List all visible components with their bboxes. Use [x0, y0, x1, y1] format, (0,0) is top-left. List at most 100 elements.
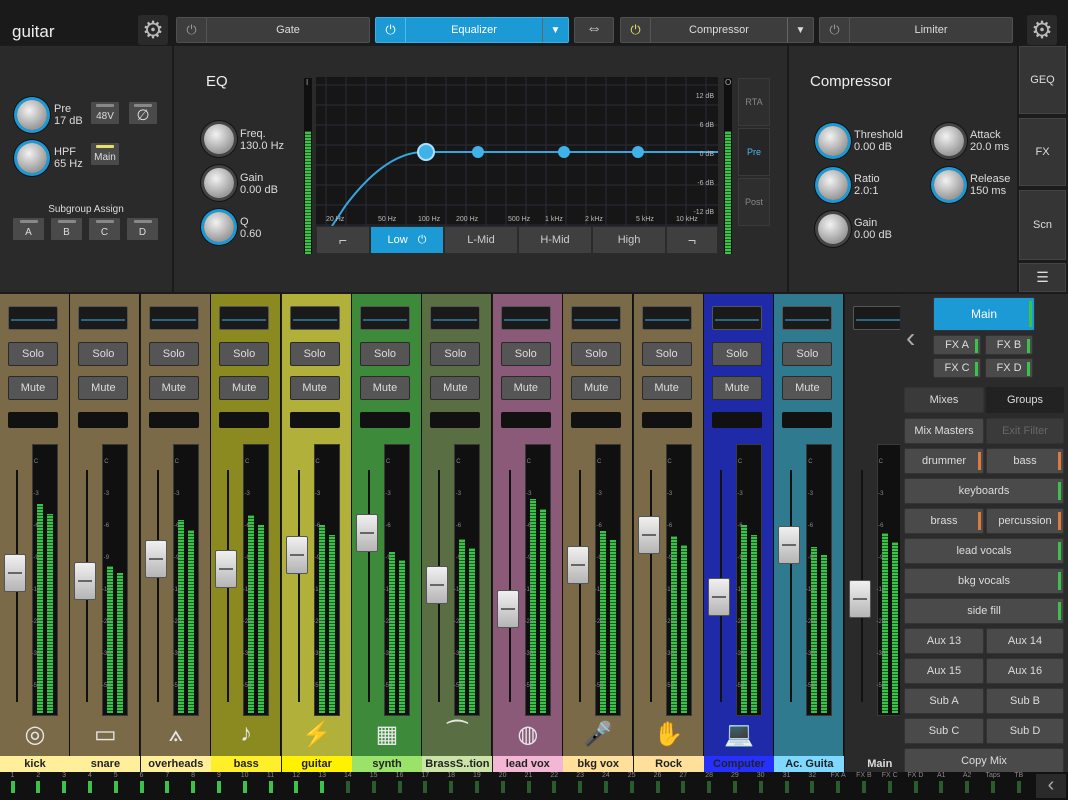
gate-button[interactable]: ⏻ Gate	[176, 17, 370, 43]
pan-indicator[interactable]	[360, 412, 410, 428]
fader-cap[interactable]	[356, 514, 378, 552]
overview-channel[interactable]: 31	[774, 772, 799, 793]
rta-tab[interactable]: RTA	[738, 78, 770, 126]
ratio-knob[interactable]	[818, 170, 848, 200]
eq-gain-knob[interactable]	[204, 168, 234, 198]
overview-channel[interactable]: A1	[929, 772, 954, 793]
band-lmid[interactable]: L-Mid	[444, 226, 518, 254]
mute-button[interactable]: Mute	[430, 376, 481, 400]
fader-cap[interactable]	[74, 562, 97, 600]
overview-channel[interactable]: 18	[439, 772, 464, 793]
eq-node-low[interactable]	[417, 143, 435, 161]
list-icon[interactable]: ☰	[1019, 263, 1066, 292]
solo-button[interactable]: Solo	[500, 342, 551, 366]
overview-channel[interactable]: 17	[413, 772, 438, 793]
mix-button[interactable]: brass	[904, 508, 984, 534]
phantom-power-button[interactable]: 48V	[90, 101, 120, 125]
mix-button[interactable]: Sub A	[904, 688, 984, 714]
mute-button[interactable]: Mute	[148, 376, 199, 400]
mute-button[interactable]: Mute	[8, 376, 58, 400]
mute-button[interactable]: Mute	[289, 376, 340, 400]
subgroup-b-button[interactable]: B	[50, 217, 83, 241]
mute-button[interactable]: Mute	[219, 376, 270, 400]
solo-button[interactable]: Solo	[78, 342, 129, 366]
pan-indicator[interactable]	[219, 412, 270, 428]
eq-thumbnail[interactable]	[500, 306, 551, 330]
solo-button[interactable]: Solo	[571, 342, 622, 366]
low-cut-icon[interactable]: ⌐	[316, 226, 370, 254]
mute-button[interactable]: Mute	[360, 376, 410, 400]
pan-indicator[interactable]	[148, 412, 199, 428]
fx-mix-button[interactable]: FX A	[933, 335, 981, 355]
channel-name-label[interactable]: Computer	[704, 756, 774, 772]
overview-channel[interactable]: 3	[52, 772, 77, 793]
channel-name-label[interactable]: guitar	[281, 756, 352, 772]
power-icon[interactable]: ⏻	[820, 18, 850, 42]
solo-button[interactable]: Solo	[712, 342, 762, 366]
power-icon[interactable]: ⏻	[177, 18, 207, 42]
overview-channel[interactable]: 7	[155, 772, 180, 793]
mix-button[interactable]: lead vocals	[904, 538, 1064, 564]
fader-cap[interactable]	[708, 578, 730, 616]
mix-button[interactable]: Aux 13	[904, 628, 984, 654]
eq-thumbnail[interactable]	[641, 306, 692, 330]
solo-button[interactable]: Solo	[360, 342, 410, 366]
channel-name-label[interactable]: BrassS..tion	[422, 756, 493, 772]
overview-channel[interactable]: 8	[181, 772, 206, 793]
chevron-left-icon[interactable]: ‹	[906, 322, 915, 354]
overview-channel[interactable]: TB	[1006, 772, 1031, 793]
high-cut-icon[interactable]: ¬	[666, 226, 718, 254]
eq-node-hmid[interactable]	[558, 146, 570, 158]
overview-channel[interactable]: FX C	[877, 772, 902, 793]
mute-button[interactable]: Mute	[571, 376, 622, 400]
overview-channel[interactable]: FX A	[826, 772, 851, 793]
solo-button[interactable]: Solo	[289, 342, 340, 366]
channel-name-label[interactable]: bkg vox	[563, 756, 634, 772]
gear-icon[interactable]: ⚙	[138, 15, 168, 45]
overview-channel[interactable]: 27	[671, 772, 696, 793]
eq-thumbnail[interactable]	[852, 306, 903, 330]
attack-knob[interactable]	[934, 126, 964, 156]
channel-name-label[interactable]: overheads	[140, 756, 211, 772]
channel-name-label[interactable]: synth	[352, 756, 422, 772]
dropdown-icon[interactable]: ▼	[787, 18, 813, 42]
eq-thumbnail[interactable]	[148, 306, 199, 330]
main-mix-button[interactable]: Main	[933, 297, 1035, 331]
pan-indicator[interactable]	[641, 412, 692, 428]
overview-channel[interactable]: FX B	[851, 772, 876, 793]
channel-name-label[interactable]: snare	[70, 756, 141, 772]
pan-indicator[interactable]	[430, 412, 481, 428]
fader-cap[interactable]	[778, 526, 801, 564]
overview-channel[interactable]: 26	[645, 772, 670, 793]
eq-thumbnail[interactable]	[782, 306, 833, 330]
channel-name-label[interactable]: bass	[211, 756, 282, 772]
overview-channel[interactable]: FX D	[903, 772, 928, 793]
mix-button[interactable]: Copy Mix	[904, 748, 1064, 774]
overview-channel[interactable]: 4	[77, 772, 102, 793]
overview-channel[interactable]: 25	[619, 772, 644, 793]
pan-indicator[interactable]	[8, 412, 58, 428]
fader-cap[interactable]	[848, 580, 871, 618]
pan-indicator[interactable]	[782, 412, 833, 428]
comp-gain-knob[interactable]	[818, 214, 848, 244]
mute-button[interactable]: Mute	[641, 376, 692, 400]
eq-thumbnail[interactable]	[8, 306, 58, 330]
overview-channel[interactable]: 30	[748, 772, 773, 793]
overview-channel[interactable]: 12	[284, 772, 309, 793]
mix-button[interactable]: Sub C	[904, 718, 984, 744]
mute-button[interactable]: Mute	[712, 376, 762, 400]
fader-cap[interactable]	[4, 554, 26, 592]
eq-thumbnail[interactable]	[571, 306, 622, 330]
fader-cap[interactable]	[637, 516, 660, 554]
swap-arrows-icon[interactable]: ⇔	[574, 17, 614, 43]
dropdown-icon[interactable]: ▼	[542, 18, 568, 42]
overview-channel[interactable]: 19	[464, 772, 489, 793]
pan-indicator[interactable]	[571, 412, 622, 428]
subgroup-d-button[interactable]: D	[126, 217, 159, 241]
solo-button[interactable]: Solo	[219, 342, 270, 366]
pre-tab[interactable]: Pre	[738, 128, 770, 176]
eq-thumbnail[interactable]	[219, 306, 270, 330]
eq-node-lmid[interactable]	[472, 146, 484, 158]
pan-indicator[interactable]	[500, 412, 551, 428]
fader-cap[interactable]	[567, 546, 590, 584]
